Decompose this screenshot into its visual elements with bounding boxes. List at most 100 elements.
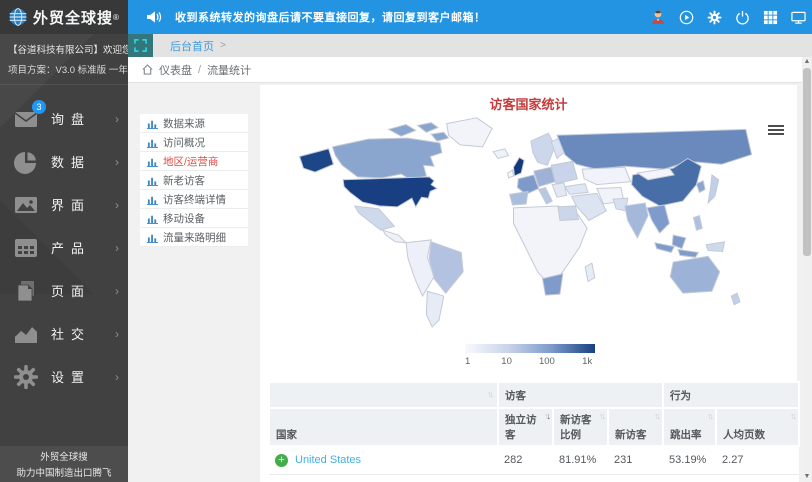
submenu-item-visit-overview[interactable]: 访问概况 — [140, 133, 248, 152]
home-icon — [142, 64, 153, 75]
map-country-indonesia[interactable] — [655, 235, 699, 257]
map-country-brazil[interactable] — [429, 242, 463, 293]
expand-row-icon[interactable] — [275, 454, 288, 467]
map-country-madagascar[interactable] — [585, 263, 595, 281]
col-header-new-visitor-ratio[interactable]: 新访客比例↑↓ — [553, 408, 608, 446]
sort-icon[interactable]: ↑↓ — [790, 411, 795, 421]
chevron-right-icon: › — [115, 370, 119, 384]
map-region-alaska[interactable] — [300, 149, 334, 172]
map-region-se-asia[interactable] — [647, 205, 669, 233]
col-header-new-visitors[interactable]: 新访客↑↓ — [608, 408, 663, 446]
chevron-right-icon: › — [115, 198, 119, 212]
submenu-item-data-source[interactable]: 数据来源 — [140, 114, 248, 133]
map-country-philippines[interactable] — [694, 216, 703, 231]
map-country-iceland[interactable] — [493, 149, 508, 159]
submenu-item-region-carrier[interactable]: 地区/运营商 — [140, 152, 248, 171]
group-header-visitors: 访客 — [498, 382, 663, 408]
map-country-australia[interactable] — [670, 256, 719, 293]
table-row-united-states: United States 282 81.91% 231 53.19% 2.27 — [269, 446, 799, 474]
map-region-andes[interactable] — [406, 240, 434, 296]
sort-icon[interactable]: ↑↓ — [707, 411, 712, 421]
map-country-argentina[interactable] — [426, 291, 443, 327]
map-region-balkans[interactable] — [552, 183, 567, 198]
scroll-up-arrow[interactable]: ▲ — [802, 57, 812, 67]
sidebar-item-products[interactable]: 产品› — [0, 226, 128, 269]
play-circle-icon[interactable] — [679, 10, 694, 25]
col-header-bounce-rate[interactable]: 跳出率↑↓ — [663, 408, 716, 446]
breadcrumb-home-link[interactable]: 后台首页 — [170, 38, 214, 54]
map-region-new-guinea[interactable] — [706, 242, 724, 252]
monitor-icon[interactable] — [791, 10, 806, 25]
submenu-item-terminal-detail[interactable]: 访客终端详情 — [140, 190, 248, 209]
sidebar-item-social[interactable]: 社交› — [0, 312, 128, 355]
sort-icon[interactable]: ↑↓ — [599, 411, 604, 421]
group-header-empty[interactable]: ↑↓ — [269, 382, 498, 408]
chevron-right-icon: › — [115, 284, 119, 298]
stats-submenu: 数据来源 访问概况 地区/运营商 新老访客 访客终端详情 移动设备 流量来路明细 — [140, 114, 248, 247]
footer-slogan: 助力中国制造出口腾飞 — [16, 465, 111, 479]
bar-chart-icon — [147, 175, 158, 186]
gear-icon[interactable] — [707, 10, 722, 25]
expand-icon — [134, 39, 147, 52]
inquiry-badge: 3 — [32, 100, 46, 114]
world-choropleth-map — [286, 111, 770, 329]
map-country-canada[interactable] — [332, 138, 441, 180]
grid-icon[interactable] — [763, 10, 778, 25]
map-country-japan[interactable] — [708, 175, 719, 203]
map-country-usa[interactable] — [343, 177, 437, 207]
map-country-uk[interactable] — [513, 158, 524, 176]
map-region-norway-sweden[interactable] — [531, 133, 555, 165]
sidebar-footer: 外贸全球搜 助力中国制造出口腾飞 — [0, 446, 128, 482]
scroll-down-arrow[interactable]: ▼ — [802, 472, 812, 482]
user-avatar[interactable] — [650, 9, 666, 25]
map-country-italy[interactable] — [539, 188, 553, 204]
map-region-kazakhstan[interactable] — [582, 167, 630, 184]
sort-icon-desc[interactable]: ↑↓ — [544, 411, 549, 421]
sort-icon[interactable]: ↑↓ — [487, 389, 492, 399]
map-country-russia[interactable] — [557, 129, 752, 169]
pie-chart-icon — [14, 150, 38, 174]
scrollbar-thumb[interactable] — [803, 68, 811, 256]
submenu-item-mobile-devices[interactable]: 移动设备 — [140, 209, 248, 228]
col-header-country[interactable]: 国家 — [269, 408, 498, 446]
map-region-central-america[interactable] — [383, 230, 406, 243]
chart-toolbox-menu-icon[interactable] — [768, 125, 784, 137]
bar-chart-icon — [147, 232, 158, 243]
map-country-mexico[interactable] — [355, 206, 395, 230]
submenu-item-traffic-sources[interactable]: 流量来路明细 — [140, 228, 248, 247]
submenu-item-new-returning[interactable]: 新老访客 — [140, 171, 248, 190]
sidebar-item-interface[interactable]: 界面› — [0, 183, 128, 226]
power-icon[interactable] — [735, 10, 750, 25]
map-region-iberia[interactable] — [510, 191, 528, 205]
logo-text: 外贸全球搜 — [33, 7, 113, 28]
sidebar-item-inquiries[interactable]: 3 询盘› — [0, 97, 128, 140]
col-header-pages-per-visit[interactable]: 人均页数↑↓ — [716, 408, 799, 446]
map-country-south-korea[interactable] — [696, 181, 705, 193]
breadcrumb-dashboard[interactable]: 仪表盘 — [159, 62, 192, 78]
fullscreen-toggle[interactable] — [128, 34, 153, 57]
sidebar-item-data[interactable]: 数据› — [0, 140, 128, 183]
sidebar-item-pages[interactable]: 页面› — [0, 269, 128, 312]
group-header-behavior: 行为 — [663, 382, 799, 408]
header-icon-bar — [650, 9, 812, 25]
vertical-scrollbar[interactable]: ▲ ▼ — [802, 57, 812, 482]
col-header-unique-visitors[interactable]: 独立访客↑↓ — [498, 408, 553, 446]
map-country-egypt[interactable] — [558, 206, 578, 221]
visualmap-tick-labels: 1 10 100 1k — [465, 356, 595, 368]
sidebar-item-settings[interactable]: 设置› — [0, 355, 128, 398]
country-link[interactable]: United States — [295, 454, 361, 466]
logo-registered-mark: ® — [113, 13, 119, 22]
map-region-eastern-europe[interactable] — [551, 161, 577, 183]
map-country-new-zealand[interactable] — [731, 293, 740, 305]
top-header: 收到系统转发的询盘后请不要直接回复，请回复到客户邮箱！ — [128, 0, 812, 34]
area-chart-icon — [14, 322, 38, 346]
map-country-turkey[interactable] — [565, 184, 588, 195]
map-country-india[interactable] — [625, 203, 648, 238]
plan-text: 项目方案：V3.0 标准版 一年 — [0, 56, 128, 85]
sort-icon[interactable]: ↑↓ — [654, 411, 659, 421]
map-country-greenland[interactable] — [447, 118, 492, 147]
page-breadcrumb: 仪表盘 / 流量统计 — [128, 57, 802, 83]
bar-chart-icon — [147, 118, 158, 129]
visualmap-gradient[interactable] — [465, 344, 595, 353]
map-country-ireland[interactable] — [508, 170, 514, 178]
